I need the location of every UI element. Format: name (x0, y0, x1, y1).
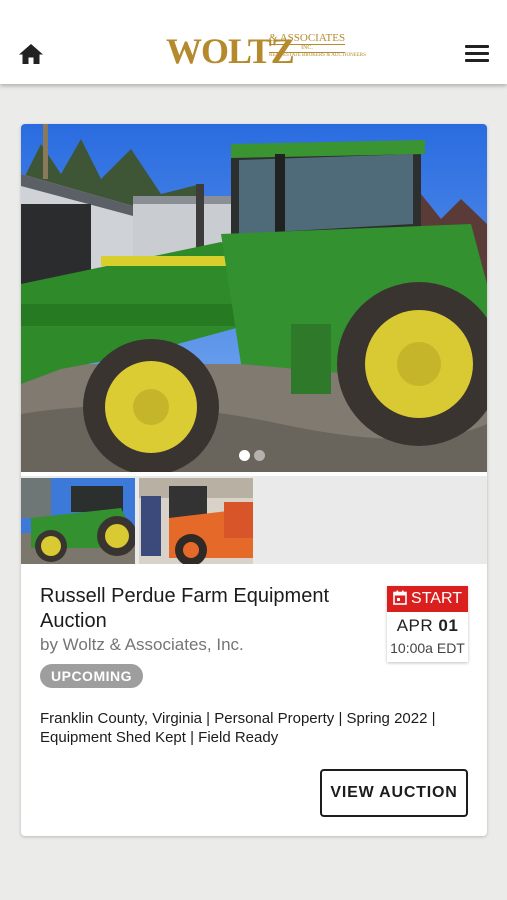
status-badge: UPCOMING (40, 664, 143, 688)
auction-title[interactable]: Russell Perdue Farm Equipment Auction (40, 584, 370, 634)
home-icon[interactable] (18, 42, 44, 66)
hero-photo-green-tractor[interactable] (21, 124, 487, 472)
start-date-box: START APR 01 10:00a EDT (387, 586, 468, 662)
start-time: 10:00a EDT (390, 640, 465, 656)
logo-subtitle: REAL ESTATE BROKERS & AUCTIONEERS (269, 52, 366, 58)
logo-tagline: & ASSOCIATES INC. REAL ESTATE BROKERS & … (269, 32, 366, 59)
start-day-number: 01 (438, 616, 459, 635)
carousel-dot-2[interactable] (254, 450, 265, 461)
thumbnail-green-tractor[interactable] (21, 478, 135, 564)
carousel-dot-1[interactable] (239, 450, 250, 461)
woltz-logo[interactable]: WOLTZ & ASSOCIATES INC. REAL ESTATE BROK… (166, 32, 366, 70)
auctioneer-byline: by Woltz & Associates, Inc. (40, 635, 244, 654)
auction-card: Russell Perdue Farm Equipment Auction by… (21, 124, 487, 836)
thumbnail-orange-tractor[interactable] (139, 478, 253, 564)
top-app-bar: WOLTZ & ASSOCIATES INC. REAL ESTATE BROK… (0, 0, 507, 84)
logo-inc: INC. (269, 44, 345, 52)
hamburger-menu-icon[interactable] (465, 45, 489, 63)
thumbnail-strip (21, 476, 487, 564)
start-label: START (411, 590, 462, 607)
auction-description: Franklin County, Virginia | Personal Pro… (40, 710, 436, 746)
carousel-indicator (239, 448, 269, 466)
logo-associates: & ASSOCIATES (269, 32, 346, 44)
start-month: APR (396, 616, 434, 635)
start-day: APR 01 (387, 614, 468, 638)
calendar-icon (393, 590, 407, 605)
start-date-header: START (387, 586, 468, 612)
view-auction-button[interactable]: VIEW AUCTION (320, 769, 468, 817)
